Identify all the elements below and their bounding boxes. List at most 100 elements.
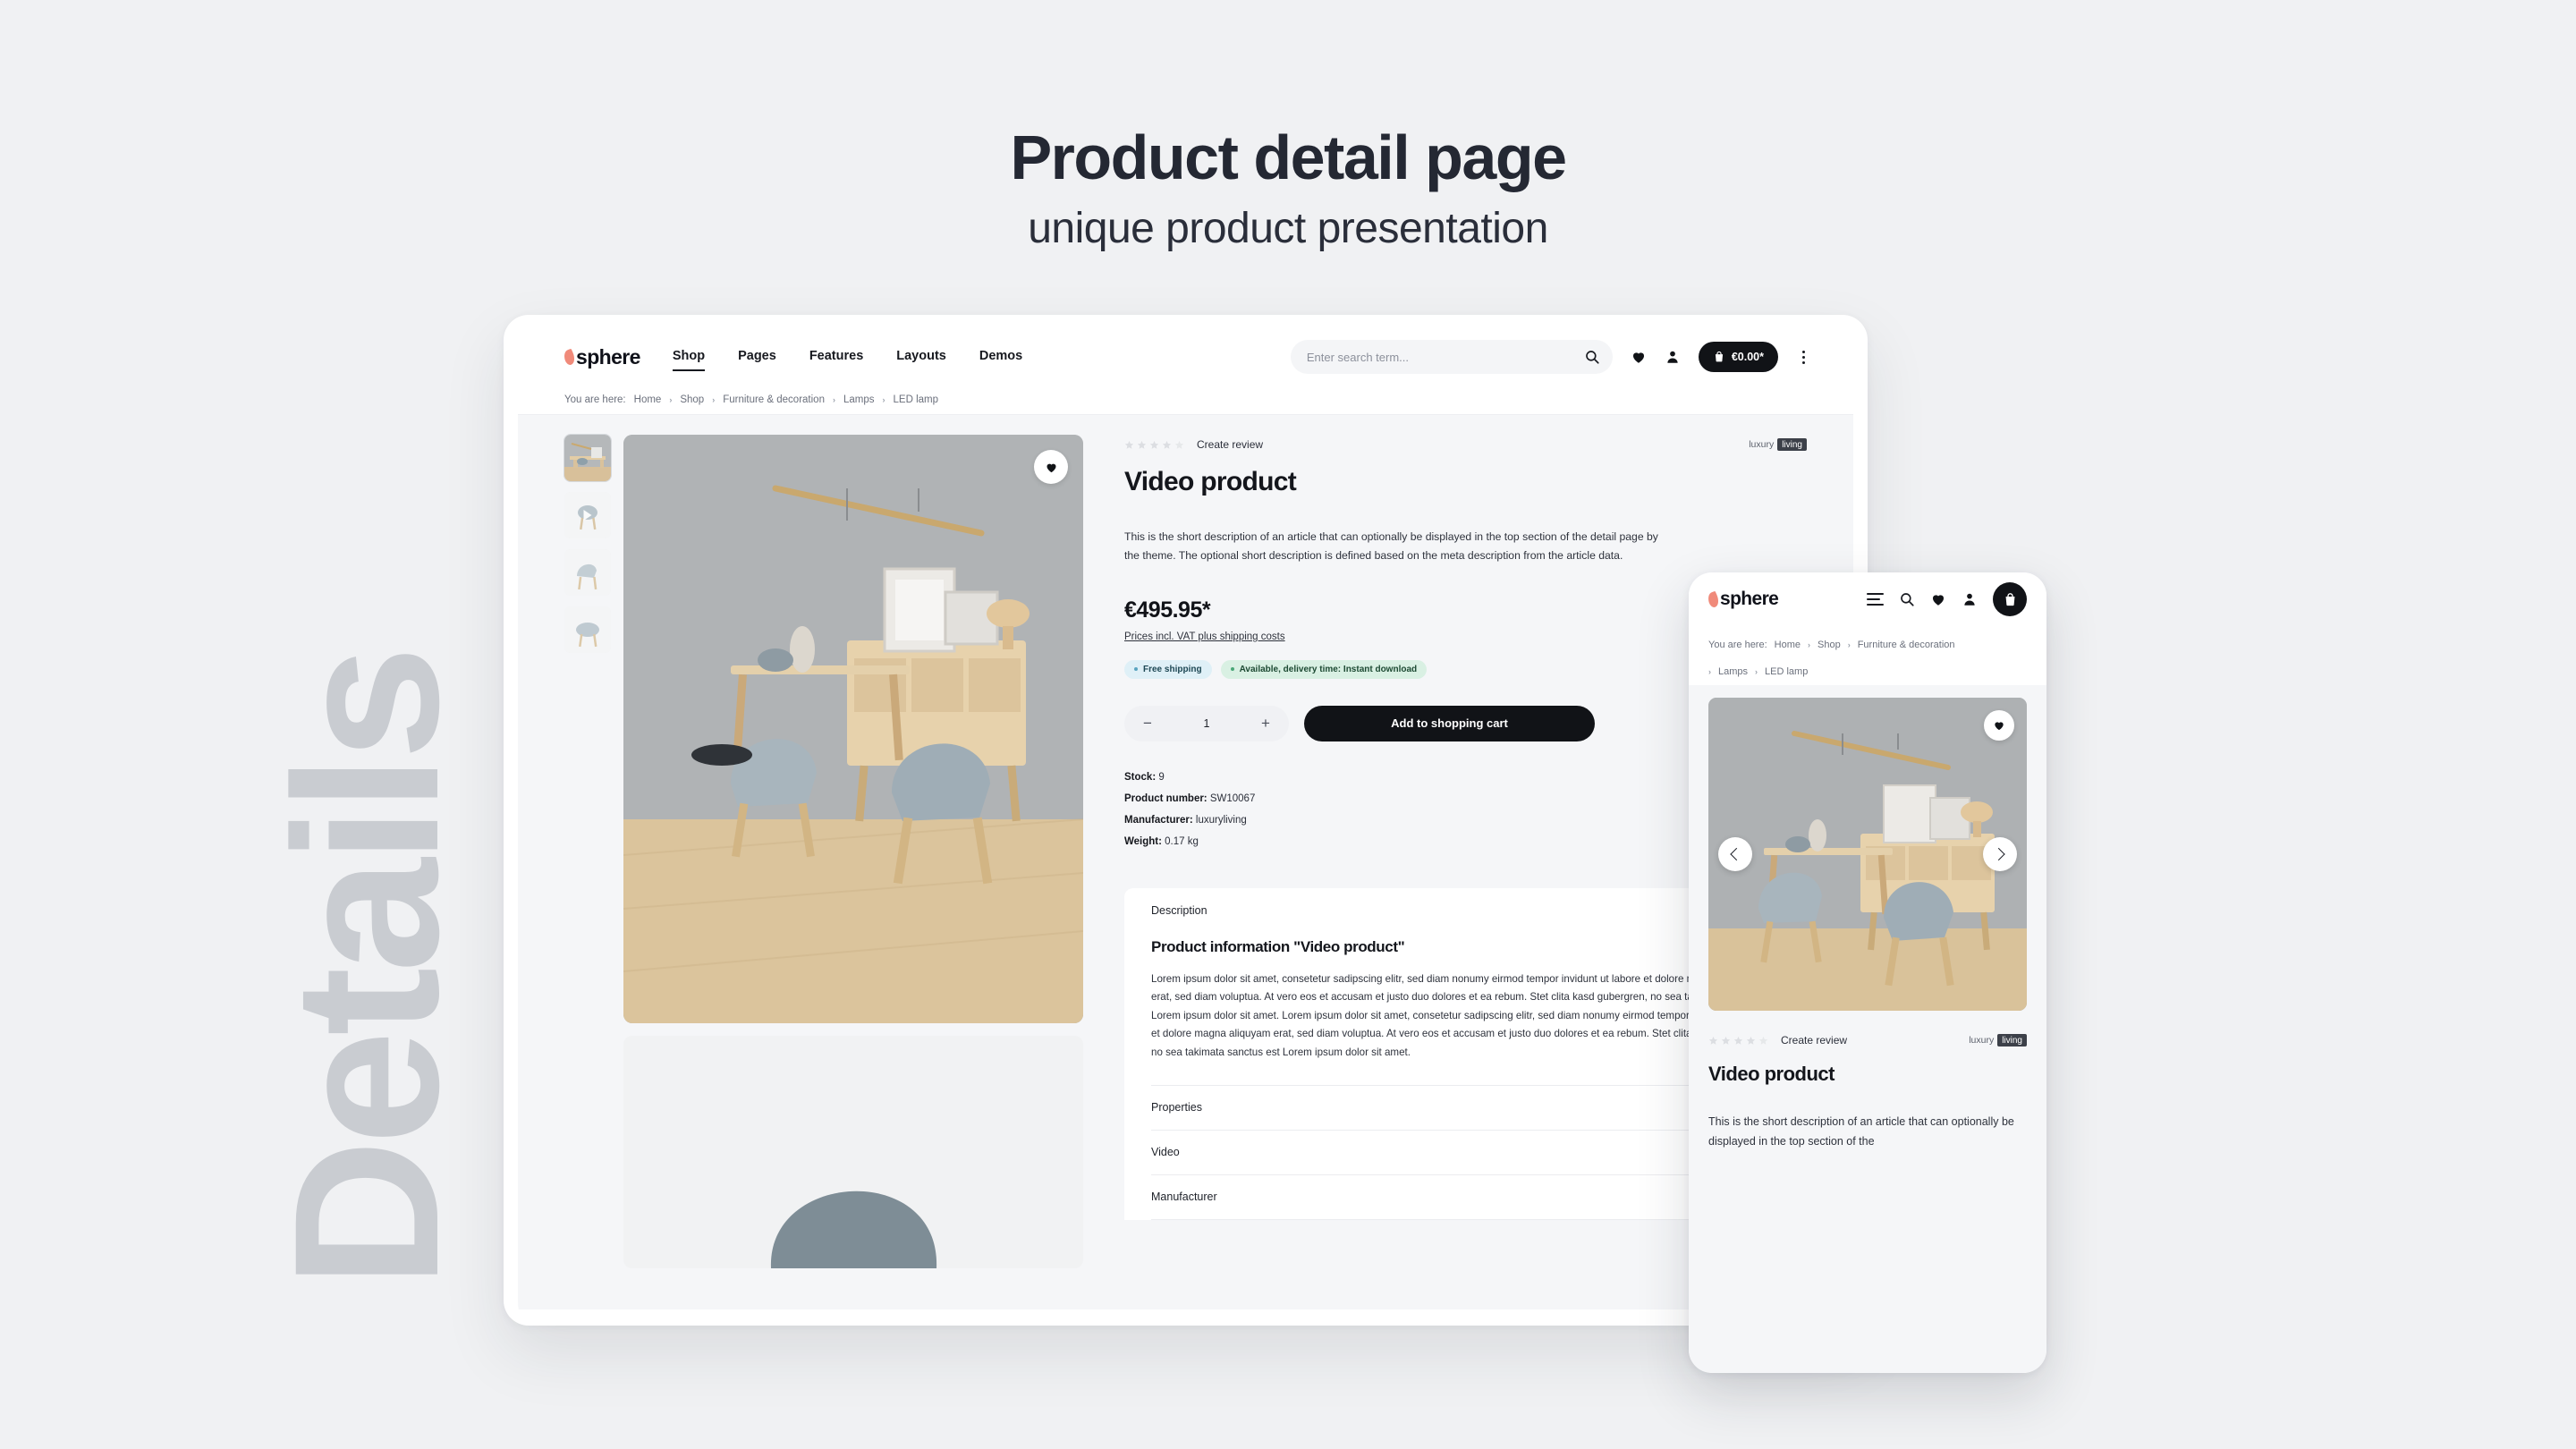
breadcrumb-item-home[interactable]: Home — [634, 394, 662, 405]
mobile-breadcrumb-item-shop[interactable]: Shop — [1818, 640, 1841, 650]
star-icon[interactable] — [1137, 440, 1147, 450]
star-icon[interactable] — [1124, 440, 1134, 450]
thumbnail-video[interactable] — [564, 492, 611, 538]
accordion-header-description[interactable]: Description — [1151, 888, 1783, 933]
add-to-cart-button[interactable]: Add to shopping cart — [1304, 705, 1595, 741]
mobile-breadcrumb: You are here: Home › Shop › Furniture & … — [1689, 626, 2046, 685]
hamburger-menu-icon[interactable] — [1867, 593, 1884, 606]
accordion-header-manufacturer[interactable]: Manufacturer — [1151, 1175, 1783, 1220]
nav-item-pages[interactable]: Pages — [738, 349, 776, 366]
search-box[interactable] — [1290, 340, 1613, 374]
description-heading: Product information "Video product" — [1151, 937, 1405, 955]
star-icon[interactable] — [1733, 1036, 1743, 1046]
product-detail-body: Create review luxury living Video produc… — [518, 415, 1853, 1309]
meta-stock-value: 9 — [1158, 771, 1165, 783]
quantity-decrease-button[interactable]: − — [1139, 716, 1157, 731]
product-main-image[interactable] — [623, 435, 1083, 1023]
heart-icon — [1045, 461, 1058, 474]
nav-item-shop[interactable]: Shop — [672, 349, 706, 371]
nav-item-features[interactable]: Features — [809, 349, 863, 366]
mobile-cart-button[interactable] — [1993, 582, 2027, 616]
accordion-header-properties[interactable]: Properties — [1151, 1086, 1783, 1131]
mobile-brand-logo[interactable]: sphere — [1706, 589, 1779, 610]
more-options-icon[interactable] — [1796, 350, 1810, 364]
breadcrumb-item-lamps[interactable]: Lamps — [843, 394, 875, 405]
heart-icon — [1993, 719, 2005, 732]
star-icon[interactable] — [1721, 1036, 1731, 1046]
carousel-next-button[interactable] — [1983, 837, 2017, 871]
star-icon[interactable] — [1708, 1036, 1718, 1046]
brand-badge: luxury living — [1749, 438, 1807, 451]
details-watermark: Details — [251, 650, 481, 1288]
quantity-increase-button[interactable]: + — [1257, 716, 1275, 731]
meta-stock-label: Stock: — [1124, 771, 1157, 783]
mobile-breadcrumb-lead: You are here: — [1708, 640, 1767, 650]
rating-stars[interactable] — [1124, 440, 1184, 450]
thumbnail-chair-front[interactable] — [564, 606, 611, 653]
nav-item-demos[interactable]: Demos — [979, 349, 1022, 366]
create-review-link[interactable]: Create review — [1197, 438, 1263, 451]
chevron-right-icon: › — [669, 394, 673, 404]
breadcrumb: You are here: Home › Shop › Furniture & … — [518, 385, 1853, 415]
accordion-label-description: Description — [1151, 903, 1208, 917]
sphere-logo-icon — [1706, 590, 1721, 608]
wishlist-heart-icon[interactable] — [1631, 349, 1647, 365]
carousel-prev-button[interactable] — [1718, 837, 1752, 871]
quantity-stepper[interactable]: − 1 + — [1124, 705, 1289, 741]
mobile-wishlist-button[interactable] — [1984, 710, 2014, 741]
mobile-create-review-link[interactable]: Create review — [1781, 1034, 1847, 1046]
mobile-breadcrumb-item-led-lamp[interactable]: LED lamp — [1765, 666, 1808, 677]
accordion-header-video[interactable]: Video — [1151, 1131, 1783, 1175]
mobile-breadcrumb-item-lamps[interactable]: Lamps — [1718, 666, 1748, 677]
badge-availability-label: Available, delivery time: Instant downlo… — [1239, 664, 1418, 674]
meta-manufacturer-value: luxuryliving — [1195, 814, 1247, 826]
cart-button[interactable]: €0.00* — [1698, 342, 1778, 372]
play-icon — [583, 510, 592, 521]
star-icon[interactable] — [1758, 1036, 1768, 1046]
mobile-breadcrumb-item-home[interactable]: Home — [1775, 640, 1801, 650]
meta-product-number-label: Product number: — [1124, 792, 1208, 804]
search-icon[interactable] — [1584, 349, 1600, 365]
star-icon[interactable] — [1162, 440, 1172, 450]
meta-weight-value: 0.17 kg — [1165, 835, 1199, 847]
breadcrumb-item-led-lamp[interactable]: LED lamp — [894, 394, 939, 405]
cart-total-label: €0.00* — [1731, 351, 1764, 363]
mobile-product-title: Video product — [1708, 1063, 1835, 1085]
thumbnail-chair-angle[interactable] — [564, 549, 611, 596]
chevron-right-icon: › — [1755, 667, 1758, 676]
badge-availability: Available, delivery time: Instant downlo… — [1220, 659, 1428, 679]
star-icon[interactable] — [1149, 440, 1159, 450]
search-icon[interactable] — [1899, 591, 1915, 607]
wishlist-button[interactable] — [1034, 450, 1068, 484]
brand-logo[interactable]: sphere — [562, 345, 640, 369]
nav-item-layouts[interactable]: Layouts — [896, 349, 946, 366]
star-icon[interactable] — [1746, 1036, 1756, 1046]
thumbnail-room-scene[interactable] — [564, 434, 612, 482]
search-input[interactable] — [1306, 350, 1584, 364]
product-secondary-image[interactable] — [623, 1036, 1083, 1268]
mobile-brand-prefix: luxury — [1969, 1035, 1995, 1046]
breadcrumb-item-furniture[interactable]: Furniture & decoration — [723, 394, 825, 405]
mobile-rating-stars[interactable] — [1708, 1036, 1768, 1046]
mobile-body: Create review luxury living Video produc… — [1689, 685, 2046, 1373]
hero-heading: Product detail page unique product prese… — [0, 123, 2576, 253]
shopping-bag-icon — [1713, 351, 1725, 363]
mobile-brand-tag: living — [1997, 1034, 2027, 1046]
mobile-breadcrumb-line-1: You are here: Home › Shop › Furniture & … — [1708, 631, 2027, 658]
quantity-value[interactable]: 1 — [1157, 717, 1257, 730]
account-user-icon[interactable] — [1665, 349, 1681, 365]
account-user-icon[interactable] — [1962, 591, 1978, 607]
breadcrumb-item-shop[interactable]: Shop — [680, 394, 704, 405]
page-title: Product detail page — [1010, 123, 1567, 192]
mobile-product-image[interactable] — [1708, 698, 2027, 1011]
mobile-breadcrumb-item-furniture[interactable]: Furniture & decoration — [1858, 640, 1955, 650]
product-title: Video product — [1124, 467, 1297, 496]
description-text: Lorem ipsum dolor sit amet, consetetur s… — [1151, 972, 1779, 1058]
chevron-right-icon: › — [1708, 667, 1711, 676]
mobile-mockup: sphere You are here: Home › Shop › Furni… — [1689, 572, 2046, 1373]
review-row: Create review luxury living — [1124, 435, 1807, 454]
breadcrumb-lead: You are here: — [564, 394, 626, 405]
badge-free-shipping: Free shipping — [1124, 659, 1212, 679]
wishlist-heart-icon[interactable] — [1930, 591, 1946, 607]
star-icon[interactable] — [1174, 440, 1184, 450]
